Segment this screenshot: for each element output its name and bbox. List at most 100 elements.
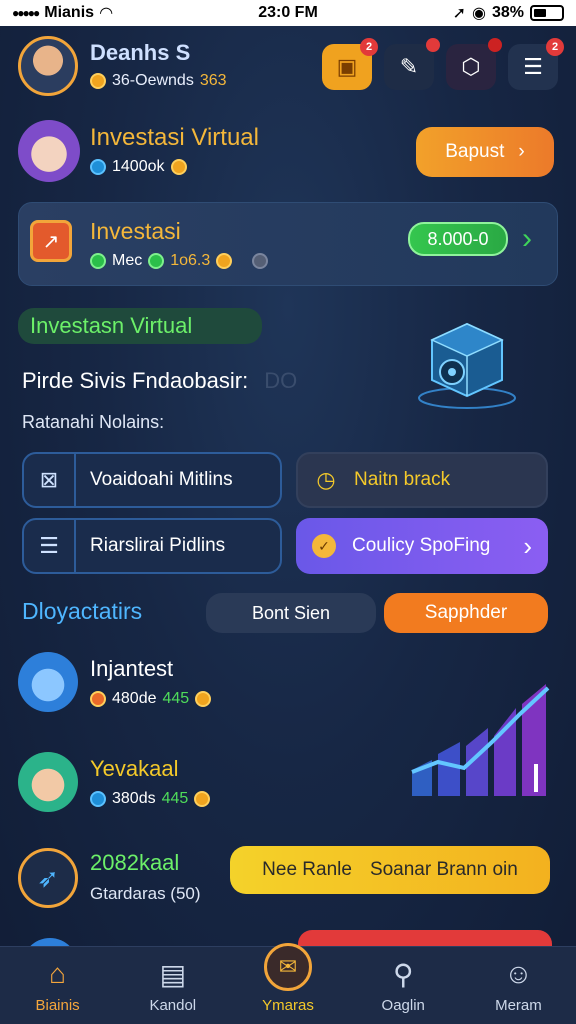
nav-item-biainis[interactable]: ⌂ Biainis [0,947,115,1024]
crypto-cube-icon [412,310,522,410]
clock-icon [90,253,106,269]
tab-bont-sien-label: Bont Sien [251,602,331,623]
gem-icon [90,791,106,807]
gift-button[interactable]: ▣ 2 [322,38,378,90]
leader-avatar[interactable] [18,652,78,712]
profile-stats-value: 363 [199,72,227,89]
nav-item-kandol[interactable]: ▤ Kandol [115,947,230,1024]
tile-riarslirai[interactable]: ☰ Riarslirai Pidlins [22,518,282,574]
coin-icon [195,691,212,707]
investment-sub-value: 1o6.3 [170,252,211,269]
gift-icon: ▣ [336,54,358,79]
section-tag-label: Investasn Virtual [30,313,193,338]
leader-stats: 480de 445 [90,690,212,708]
hero-sub-text: 1400ok [112,158,165,175]
leader-stat: Gtardaras (50) [90,884,201,903]
document-icon: ▤ [159,958,187,990]
menu-button[interactable]: ☰ 2 [508,38,564,90]
network-button[interactable]: ⬡ [446,38,502,90]
leader-stat: 380ds [112,790,156,807]
leader-stats: 380ds 445 [90,790,211,808]
network-icon: ⬡ [461,54,481,79]
coin-icon [216,253,233,269]
leaderboard-title: Dloyactatirs [22,598,143,624]
cta-left-label: Nee Ranle [262,859,352,880]
investment-amount[interactable]: 8.000-0 [408,222,508,256]
profile-stats-text: 36-Oewnds [112,72,194,89]
alarm-icon: ◉ [472,5,486,22]
nav-label: Oaglin [381,997,425,1014]
section-heading-suffix: DO [264,368,298,393]
tab-bont-sien[interactable]: Bont Sien [206,593,376,633]
nav-item-ymaras[interactable]: ✉ Ymaras [230,943,345,1024]
nav-item-meram[interactable]: ☺ Meram [461,947,576,1024]
carrier-label: Mianis [44,4,95,21]
growth-chart-icon [408,676,552,800]
section-subheading: Ratanahi Nolains: [22,412,165,432]
investment-title: Investasi [90,218,181,244]
hero-sub: 1400ok [90,158,187,176]
wifi-icon: ◠ [100,5,113,22]
tile-riarslirai-label: Riarslirai Pidlins [90,535,226,556]
nav-label: Ymaras [262,997,314,1014]
tile-naitn-label: Naitn brack [354,469,451,490]
leader-stat: 480de [112,690,157,707]
timer-icon: ◷ [316,467,336,492]
chart-box-icon: ⊠ [24,454,76,506]
gem-icon [148,253,165,269]
profile-stats: 36-Oewnds 363 [90,72,227,90]
briefcase-icon: ↗ [30,220,72,262]
user-avatar[interactable] [18,36,78,96]
coin-icon [90,691,106,707]
battery-icon [530,5,564,21]
tile-coulicy[interactable]: ✓ Coulicy SpoFing › [296,518,548,574]
network-badge [488,38,502,52]
chevron-right-icon[interactable]: › [522,222,532,256]
list-icon: ☰ [24,520,76,572]
investment-sub: Mec 1o6.3 [90,252,269,270]
menu-icon: ☰ [523,54,543,79]
leader-avatar[interactable] [18,752,78,812]
cta-right-label: Soanar Brann oin [369,859,518,880]
chat-button[interactable]: ✎ [384,38,440,90]
hero-title: Investasi Virtual [90,124,259,151]
tile-voaidoahi-label: Voaidoahi Mitlins [90,469,233,490]
leader-name: Injantest [90,656,174,681]
chevron-right-icon: › [518,141,525,162]
rocket-avatar[interactable]: ➶ [18,848,78,908]
info-icon [252,253,269,269]
hero-action-label: Bapust [445,141,505,162]
section-tag: Investasn Virtual [18,308,262,344]
leader-score: 445 [161,790,189,807]
cta-button[interactable]: Nee Ranle Soanar Brann oin [230,846,550,894]
nav-item-oaglin[interactable]: ⚲ Oaglin [346,947,461,1024]
lock-icon: ⚲ [392,958,414,990]
rocket-icon: ➶ [37,862,59,893]
menu-badge: 2 [546,38,564,56]
coin-icon [170,159,187,175]
tab-sapphder[interactable]: Sapphder [384,593,548,633]
status-bar: ●●●●● Mianis ◠ 23:0 FM ➚ ◉ 38% [0,0,576,26]
tab-sapphder-label: Sapphder [424,602,508,623]
leader-name: 2082kaal [90,850,180,875]
hero-action-button[interactable]: Bapust › [416,127,554,177]
tile-voaidoahi[interactable]: ⊠ Voaidoahi Mitlins [22,452,282,508]
hero-avatar[interactable] [18,120,80,182]
chevron-right-icon: › [523,530,532,561]
leader-score: 445 [162,690,190,707]
chat-badge [426,38,440,52]
envelope-icon: ✉ [264,943,312,991]
battery-percent: 38% [491,4,524,21]
tile-naitn[interactable]: ◷ Naitn brack [296,452,548,508]
status-time: 23:0 FM [258,4,318,21]
nav-label: Biainis [35,997,80,1014]
profile-name: Deanhs S [90,40,191,65]
home-icon: ⌂ [49,958,67,989]
section-heading-text: Pirde Sivis Fndaobasir: [22,368,249,393]
location-icon: ➚ [452,5,466,22]
check-badge-icon: ✓ [296,534,352,558]
coin-icon [90,73,106,89]
nav-label: Kandol [149,997,197,1014]
section-heading: Pirde Sivis Fndaobasir: DO [22,368,297,394]
gem-icon [90,159,106,175]
